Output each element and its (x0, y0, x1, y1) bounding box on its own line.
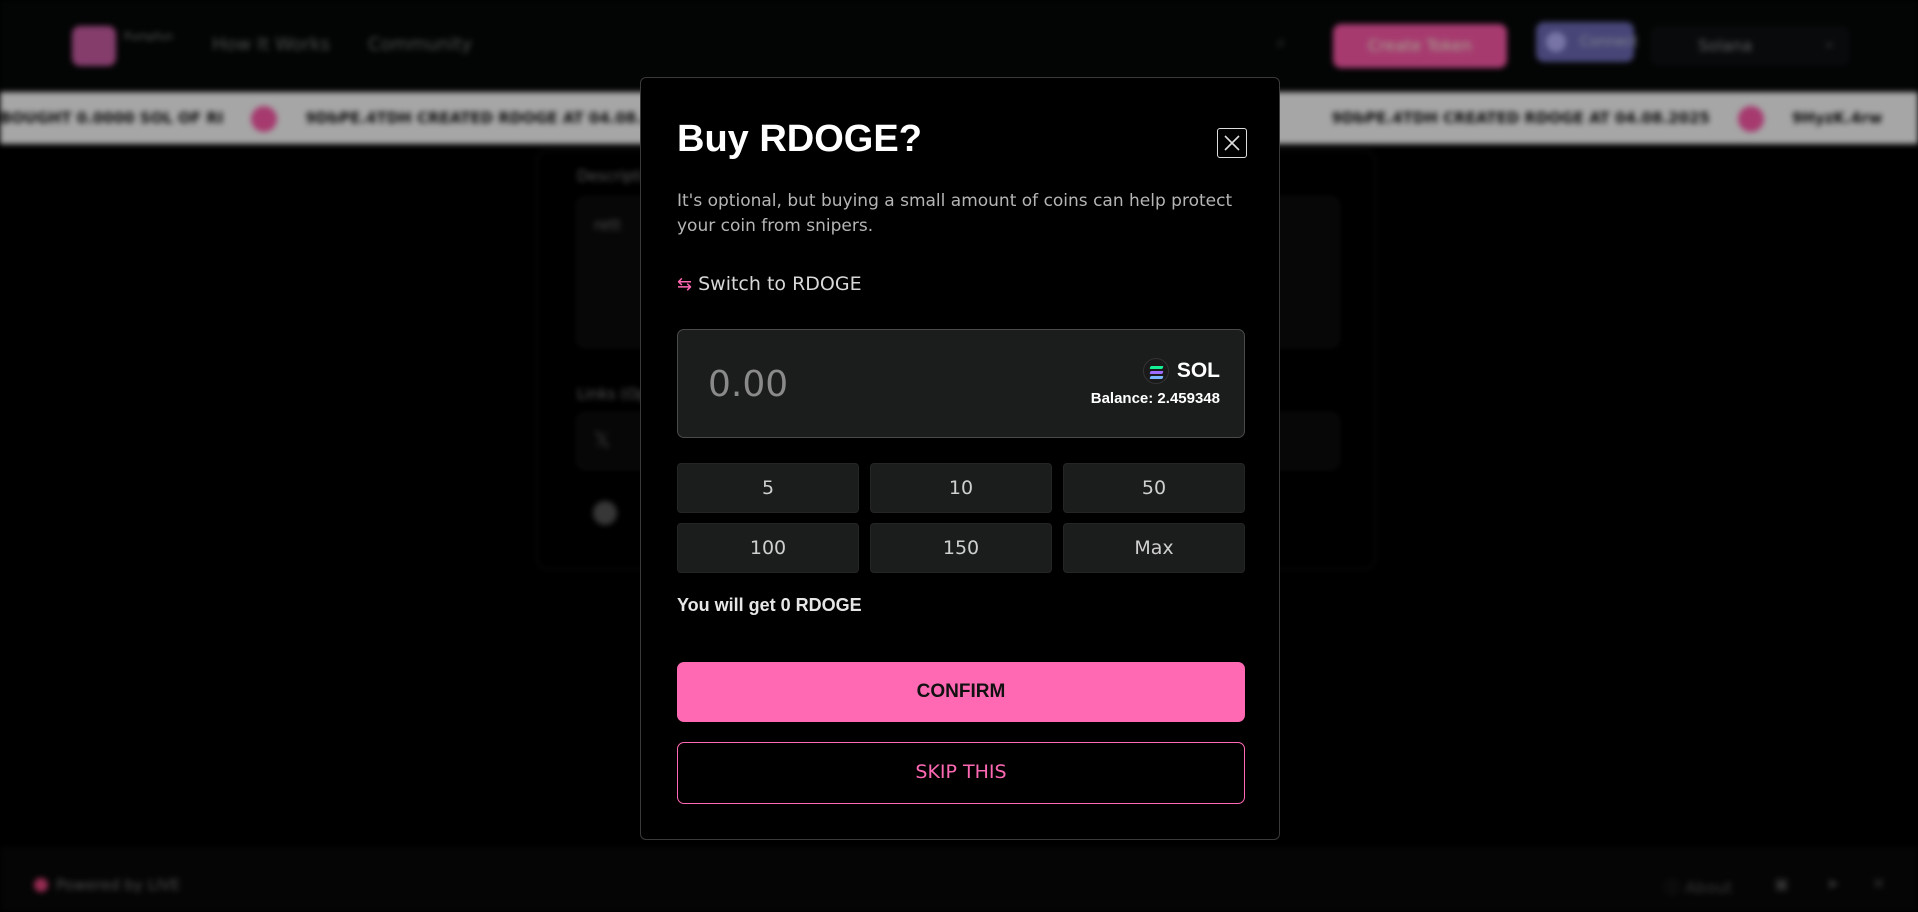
swap-arrows-icon: ⇆ (677, 274, 693, 295)
switch-label: Switch to RDOGE (698, 273, 862, 295)
switch-token-link[interactable]: ⇆ Switch to RDOGE (677, 273, 862, 295)
preset-button-10[interactable]: 10 (870, 463, 1052, 513)
close-button[interactable] (1217, 128, 1247, 158)
balance-text: Balance: 2.459348 (1090, 390, 1220, 407)
solana-icon (1142, 358, 1169, 384)
receive-estimate: You will get 0 RDOGE (677, 595, 862, 615)
modal-title: Buy RDOGE? (677, 118, 922, 160)
amount-panel: SOL Balance: 2.459348 (677, 329, 1245, 438)
preset-button-100[interactable]: 100 (677, 523, 859, 573)
close-icon (1224, 135, 1240, 151)
preset-button-150[interactable]: 150 (870, 523, 1052, 573)
buy-modal: Buy RDOGE? It's optional, but buying a s… (640, 77, 1280, 840)
confirm-button[interactable]: CONFIRM (677, 662, 1245, 722)
token-selector: SOL (1142, 358, 1220, 384)
preset-amounts: 5 10 50 100 150 Max (677, 463, 1245, 573)
amount-input[interactable] (708, 358, 1048, 410)
modal-description: It's optional, but buying a small amount… (677, 191, 1233, 236)
skip-button[interactable]: SKIP THIS (677, 742, 1245, 804)
preset-button-max[interactable]: Max (1063, 523, 1245, 573)
preset-button-50[interactable]: 50 (1063, 463, 1245, 513)
preset-button-5[interactable]: 5 (677, 463, 859, 513)
token-name: SOL (1176, 359, 1220, 382)
